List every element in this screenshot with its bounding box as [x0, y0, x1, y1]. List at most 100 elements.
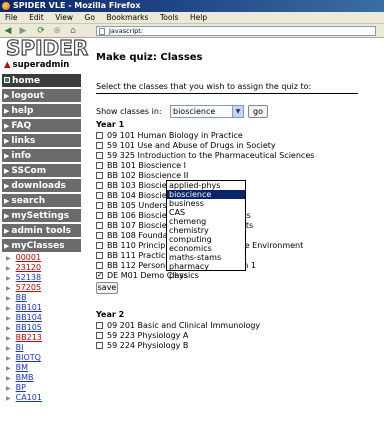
home-icon[interactable]: ⌂ — [68, 26, 78, 36]
class-link[interactable]: BB213 — [16, 333, 42, 342]
class-checkbox[interactable] — [96, 162, 103, 169]
class-checkbox[interactable] — [96, 182, 103, 189]
list-item: ▶ BB105 — [6, 323, 42, 333]
menu-view[interactable]: View — [55, 12, 73, 24]
nav-logout[interactable]: ▶ logout — [2, 89, 81, 103]
dropdown-option[interactable]: CAS — [167, 208, 245, 217]
class-checkbox[interactable] — [96, 262, 103, 269]
menu-go[interactable]: Go — [85, 12, 95, 24]
arrow-right-icon: ▶ — [6, 325, 11, 332]
class-link[interactable]: 57205 — [16, 283, 41, 292]
dropdown-option[interactable]: chemeng — [167, 217, 245, 226]
class-link[interactable]: BB101 — [16, 303, 42, 312]
menu-bookmarks[interactable]: Bookmarks — [107, 12, 149, 24]
nav-faq-label: FAQ — [11, 121, 32, 131]
class-link[interactable]: 00001 — [16, 253, 41, 262]
class-checkbox[interactable] — [96, 202, 103, 209]
class-link[interactable]: 23120 — [16, 263, 41, 272]
class-checkbox[interactable] — [96, 142, 103, 149]
arrow-right-icon: ▶ — [6, 295, 11, 302]
dropdown-option-selected[interactable]: bioscience — [167, 190, 245, 199]
class-link[interactable]: BB105 — [16, 323, 42, 332]
class-checkbox-checked[interactable] — [96, 270, 103, 280]
class-link[interactable]: BP — [16, 383, 26, 392]
nav-help[interactable]: ▶ help — [2, 104, 81, 118]
dropdown-option[interactable]: economics — [167, 244, 245, 253]
back-icon[interactable]: ◀ — [3, 26, 13, 36]
class-row: 59 223 Physiology A — [96, 331, 260, 341]
reload-icon[interactable]: ⟳ — [36, 26, 46, 36]
save-button[interactable]: save — [96, 282, 118, 294]
dropdown-option[interactable]: chemistry — [167, 226, 245, 235]
nav-admin-tools[interactable]: ▶ admin tools — [2, 224, 81, 238]
dropdown-option[interactable]: business — [167, 199, 245, 208]
class-label: 59 325 Introduction to the Pharmaceutica… — [107, 151, 315, 160]
stop-icon[interactable]: ⊗ — [52, 26, 62, 36]
dropdown-option[interactable]: physics — [167, 271, 245, 280]
list-item: ▶ BI — [6, 343, 42, 353]
nav-links[interactable]: ▶ links — [2, 134, 81, 148]
nav-myclasses[interactable]: ▶ myClasses — [2, 239, 81, 253]
class-link[interactable]: CA101 — [16, 393, 42, 402]
nav-faq[interactable]: ▶ FAQ — [2, 119, 81, 133]
year-2-heading: Year 2 — [96, 310, 125, 319]
menu-edit[interactable]: Edit — [29, 12, 44, 24]
menu-help[interactable]: Help — [190, 12, 207, 24]
class-label: 59 101 Use and Abuse of Drugs in Society — [107, 141, 276, 150]
class-link[interactable]: 52138 — [16, 273, 41, 282]
dropdown-option[interactable]: maths-stams — [167, 253, 245, 262]
class-label: 59 224 Physiology B — [107, 341, 189, 350]
year-1-heading: Year 1 — [96, 120, 125, 129]
nav-info[interactable]: ▶ info — [2, 149, 81, 163]
class-link[interactable]: BIOTQ — [16, 353, 41, 362]
class-checkbox[interactable] — [96, 222, 103, 229]
nav-search[interactable]: ▶ search — [2, 194, 81, 208]
nav-mysettings[interactable]: ▶ mySettings — [2, 209, 81, 223]
menu-tools[interactable]: Tools — [160, 12, 178, 24]
arrow-right-icon: ▶ — [4, 122, 10, 130]
arrow-right-icon: ▶ — [4, 167, 10, 175]
dropdown-option[interactable]: computing — [167, 235, 245, 244]
nav-sscom[interactable]: ▶ SSCom — [2, 164, 81, 178]
dropdown-option[interactable]: pharmacy — [167, 262, 245, 271]
go-button[interactable]: go — [248, 105, 268, 118]
arrow-right-icon: ▶ — [6, 255, 11, 262]
class-label: 59 223 Physiology A — [107, 331, 189, 340]
class-checkbox[interactable] — [96, 322, 103, 329]
class-checkbox[interactable] — [96, 192, 103, 199]
class-checkbox[interactable] — [96, 172, 103, 179]
chevron-down-icon[interactable]: ▼ — [232, 106, 243, 117]
class-checkbox[interactable] — [96, 342, 103, 349]
nav-downloads[interactable]: ▶ downloads — [2, 179, 81, 193]
user-line: ▲ superadmin — [4, 60, 69, 70]
class-link[interactable]: BI — [16, 343, 24, 352]
forward-icon[interactable]: ▶ — [18, 26, 28, 36]
department-select[interactable]: bioscience ▼ — [170, 105, 244, 118]
arrow-right-icon: ▶ — [6, 305, 11, 312]
divider — [96, 93, 358, 94]
class-checkbox[interactable] — [96, 232, 103, 239]
address-bar[interactable]: Javascript: — [96, 26, 376, 36]
arrow-right-icon: ▶ — [4, 212, 10, 220]
dropdown-option[interactable]: applied-phys — [167, 181, 245, 190]
nav-admin-tools-label: admin tools — [11, 226, 72, 236]
arrow-right-icon: ▶ — [6, 275, 11, 282]
class-link[interactable]: BB — [16, 293, 27, 302]
class-checkbox[interactable] — [96, 152, 103, 159]
arrow-right-icon: ▶ — [6, 315, 11, 322]
class-link[interactable]: BB104 — [16, 313, 42, 322]
class-checkbox[interactable] — [96, 252, 103, 259]
nav-search-label: search — [11, 196, 46, 206]
menu-file[interactable]: File — [5, 12, 18, 24]
class-checkbox[interactable] — [96, 332, 103, 339]
class-checkbox[interactable] — [96, 242, 103, 249]
arrow-right-icon: ▶ — [6, 265, 11, 272]
list-item: ▶ BB104 — [6, 313, 42, 323]
nav-home[interactable]: home — [2, 74, 81, 88]
class-checkbox[interactable] — [96, 212, 103, 219]
list-item: ▶ 52138 — [6, 273, 42, 283]
class-checkbox[interactable] — [96, 132, 103, 139]
class-link[interactable]: BMB — [16, 373, 34, 382]
list-item: ▶ BMB — [6, 373, 42, 383]
class-link[interactable]: BM — [16, 363, 28, 372]
